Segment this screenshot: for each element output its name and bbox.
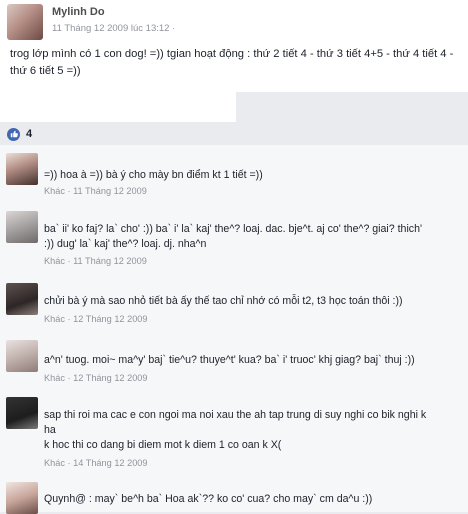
comment-line: :)) dug' la` kaj' the^? loaj. dj. nha^n xyxy=(44,238,207,250)
comment-text: sap thi roi ma cac e con ngoi ma noi xau… xyxy=(44,408,462,453)
post-timestamp[interactable]: 11 Tháng 12 2009 lúc 13:12 · xyxy=(52,23,175,34)
comment-line: sap thi roi ma cac e con ngoi ma noi xau… xyxy=(44,409,427,421)
commenter-avatar[interactable] xyxy=(6,340,38,372)
comment-meta[interactable]: Khác · 12 Tháng 12 2009 xyxy=(44,314,148,324)
comment-meta[interactable]: Khác · 11 Tháng 12 2009 xyxy=(44,186,147,196)
commenter-avatar[interactable] xyxy=(6,482,38,514)
like-thumb-icon xyxy=(7,127,20,141)
comment-line: ba` ii' ko faj? la` cho' :)) ba` i' la` … xyxy=(44,223,423,235)
comment-line: chửi bà ý mà sao nhỏ tiết bà ấy thế tao … xyxy=(44,295,403,307)
comment-text: a^n' tuog. moi~ ma^y' baj` tie^u? thuye^… xyxy=(44,353,462,368)
comment-text: chửi bà ý mà sao nhỏ tiết bà ấy thế tao … xyxy=(44,294,462,309)
post-text: trog lớp mình có 1 con dog! =)) tgian ho… xyxy=(10,48,454,77)
post-card: Mylinh Do 11 Tháng 12 2009 lúc 13:12 · t… xyxy=(0,0,468,92)
like-count: 4 xyxy=(26,128,33,140)
comment-line: a^n' tuog. moi~ ma^y' baj` tie^u? thuye^… xyxy=(44,354,415,366)
commenter-avatar[interactable] xyxy=(6,153,38,185)
comment-line: =)) hoa à =)) bà ý cho mày bn điểm kt 1 … xyxy=(44,169,263,181)
comment-line: k hoc thi co dang bi diem mot k diem 1 c… xyxy=(44,439,282,451)
comment-text: ba` ii' ko faj? la` cho' :)) ba` i' la` … xyxy=(44,222,462,252)
comment-text: =)) hoa à =)) bà ý cho mày bn điểm kt 1 … xyxy=(44,168,462,183)
comment-line: ha xyxy=(44,424,56,436)
post-author-name[interactable]: Mylinh Do xyxy=(52,6,105,18)
comment-meta[interactable]: Khác · 11 Tháng 12 2009 xyxy=(44,256,147,266)
comment-meta[interactable]: Khác · 14 Tháng 12 2009 xyxy=(44,458,148,468)
comment-text: Quynh@ : may` be^h ba` Hoa ak`?? ko co' … xyxy=(44,492,462,507)
comments-list: =)) hoa à =)) bà ý cho mày bn điểm kt 1 … xyxy=(0,145,468,514)
commenter-avatar[interactable] xyxy=(6,283,38,315)
commenter-avatar[interactable] xyxy=(6,211,38,243)
likes-summary[interactable]: 4 xyxy=(7,127,32,141)
author-avatar[interactable] xyxy=(7,4,43,40)
commenter-avatar[interactable] xyxy=(6,397,38,429)
post-footer xyxy=(0,92,236,122)
comment-meta[interactable]: Khác · 12 Tháng 12 2009 xyxy=(44,373,148,383)
comment-line: Quynh@ : may` be^h ba` Hoa ak`?? ko co' … xyxy=(44,493,373,505)
